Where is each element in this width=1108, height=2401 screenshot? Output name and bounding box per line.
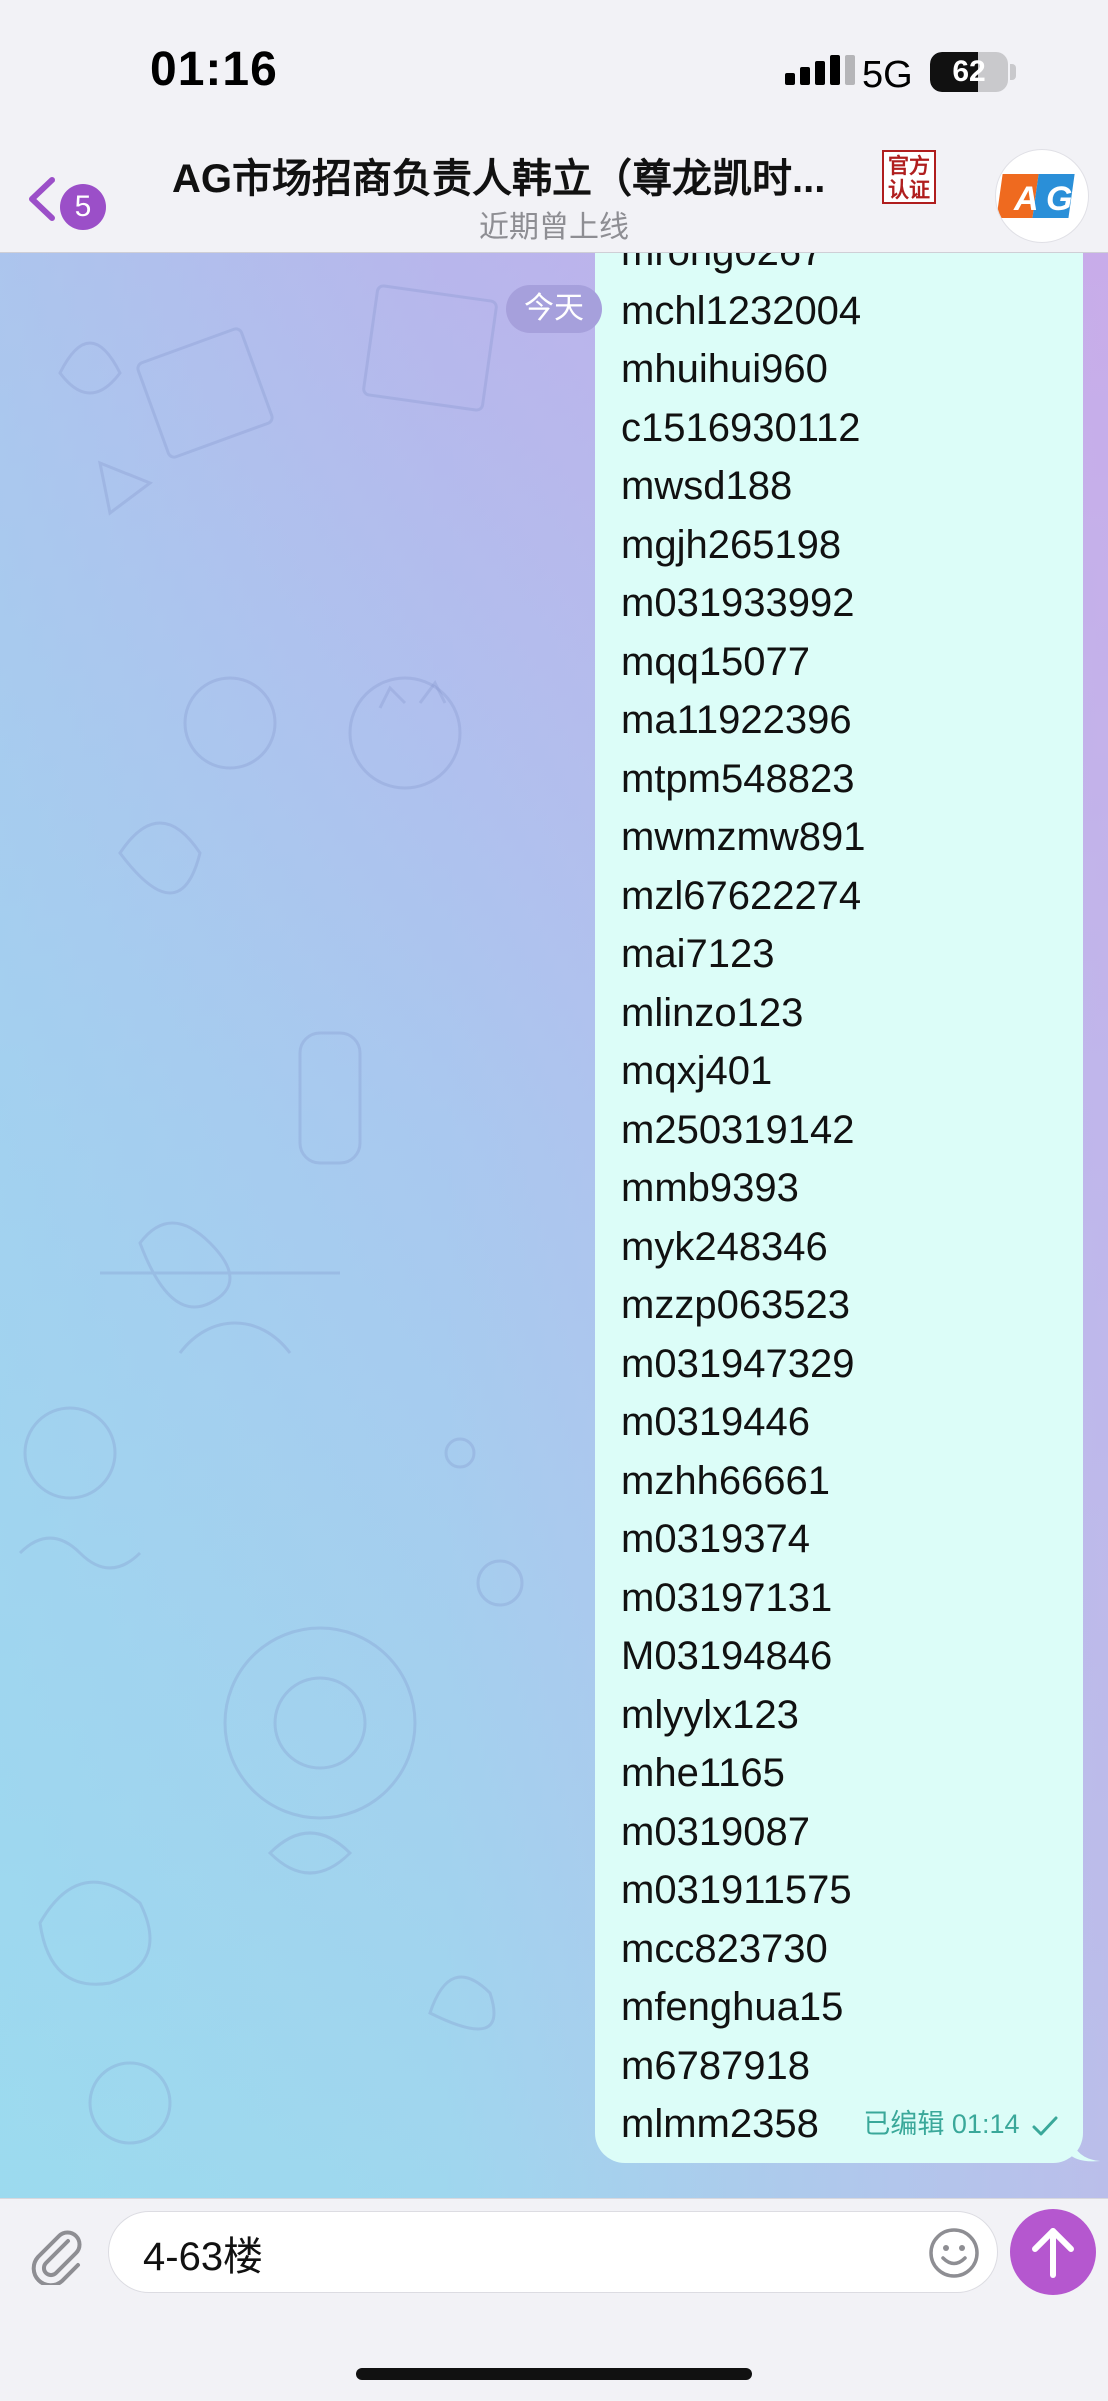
battery-percent: 62 — [952, 55, 986, 88]
last-seen-status: 近期曾上线 — [479, 211, 629, 244]
message-line: m6787918 — [621, 2043, 811, 2088]
chat-title[interactable]: AG市场招商负责人韩立（尊龙凯时... — [172, 150, 872, 208]
message-line: mgjh265198 — [621, 522, 842, 567]
check-icon — [1032, 2116, 1058, 2136]
svg-text:G: G — [1046, 180, 1072, 218]
message-line: mzhh66661 — [621, 1458, 831, 1503]
message-line: mmb9393 — [621, 1166, 799, 1210]
verified-seal-icon: 官方 认证 — [882, 150, 936, 204]
signal-icon — [785, 55, 855, 85]
arrow-up-icon — [1032, 2228, 1074, 2278]
message-line: ma11922396 — [621, 698, 852, 742]
chat-header: 5 AG市场招商负责人韩立（尊龙凯时... 官方 认证 近期曾上线 A G — [0, 150, 1108, 253]
message-line: mai7123 — [621, 932, 775, 976]
message-field[interactable] — [108, 2211, 998, 2294]
home-indicator — [356, 2368, 752, 2380]
message-line: m031933992 — [621, 581, 855, 625]
message-line: M03194846 — [621, 1634, 833, 1678]
network-type: 5G — [862, 54, 913, 96]
message-line: mzzp063523 — [621, 1283, 851, 1327]
message-line: m0319374 — [621, 1517, 811, 1561]
battery-cap — [1010, 64, 1016, 80]
message-line: mhuihui960 — [621, 347, 828, 391]
message-line: mqq15077 — [621, 639, 811, 684]
send-button[interactable] — [1010, 2209, 1096, 2295]
message-line: m250319142 — [621, 1107, 855, 1152]
message-line: mlinzo123 — [621, 990, 804, 1035]
message-line: mlmm2358 — [621, 2102, 819, 2146]
paperclip-icon[interactable] — [24, 2221, 88, 2285]
message-line: mcc823730 — [621, 1926, 828, 1971]
message-line: mlyylx123 — [621, 1692, 799, 1737]
message-line: m03197131 — [621, 1575, 833, 1620]
message-input[interactable] — [141, 2212, 905, 2294]
status-bar: 01:16 5G 62 — [0, 0, 1108, 150]
message-line: m0319446 — [621, 1400, 811, 1444]
message-line: mrong0267 — [621, 253, 865, 282]
chat-area[interactable]: 今天 mrong0267 mchl1232004 mhuihui960 c151693… — [0, 253, 1108, 2198]
message-line: mwsd188 — [621, 464, 793, 508]
message-line: mchl1232004 — [621, 288, 862, 333]
message-bubble[interactable]: mrong0267 mchl1232004 mhuihui960 c151693011… — [595, 253, 1083, 2163]
smiley-icon[interactable] — [927, 2226, 981, 2280]
message-line: mzl67622274 — [621, 873, 862, 918]
message-line: myk248346 — [621, 1224, 828, 1269]
svg-text:A: A — [1013, 180, 1039, 218]
bubble-tail — [1070, 2133, 1100, 2162]
message-text: mrong0267 mchl1232004 mhuihui960 c151693011… — [621, 253, 865, 2154]
message-meta: 已编辑 01:14 — [863, 2102, 1059, 2141]
ag-logo-icon: A G — [996, 174, 1075, 218]
status-time: 01:16 — [150, 43, 278, 96]
message-line: mhe1165 — [621, 1751, 785, 1795]
message-line: mqxj401 — [621, 1049, 773, 1093]
message-line: m031911575 — [621, 1868, 852, 1912]
date-chip: 今天 — [506, 285, 602, 333]
battery-icon: 62 — [930, 52, 1008, 92]
message-line: c1516930112 — [621, 405, 861, 450]
message-line: m031947329 — [621, 1341, 855, 1386]
message-line: mwmzmw891 — [621, 815, 866, 859]
message-line: mfenghua15 — [621, 1985, 844, 2029]
message-line: m0319087 — [621, 1809, 811, 1854]
avatar[interactable]: A G — [996, 150, 1088, 242]
message-line: mtpm548823 — [621, 756, 855, 801]
message-edited-time: 已编辑 01:14 — [863, 2109, 1020, 2139]
